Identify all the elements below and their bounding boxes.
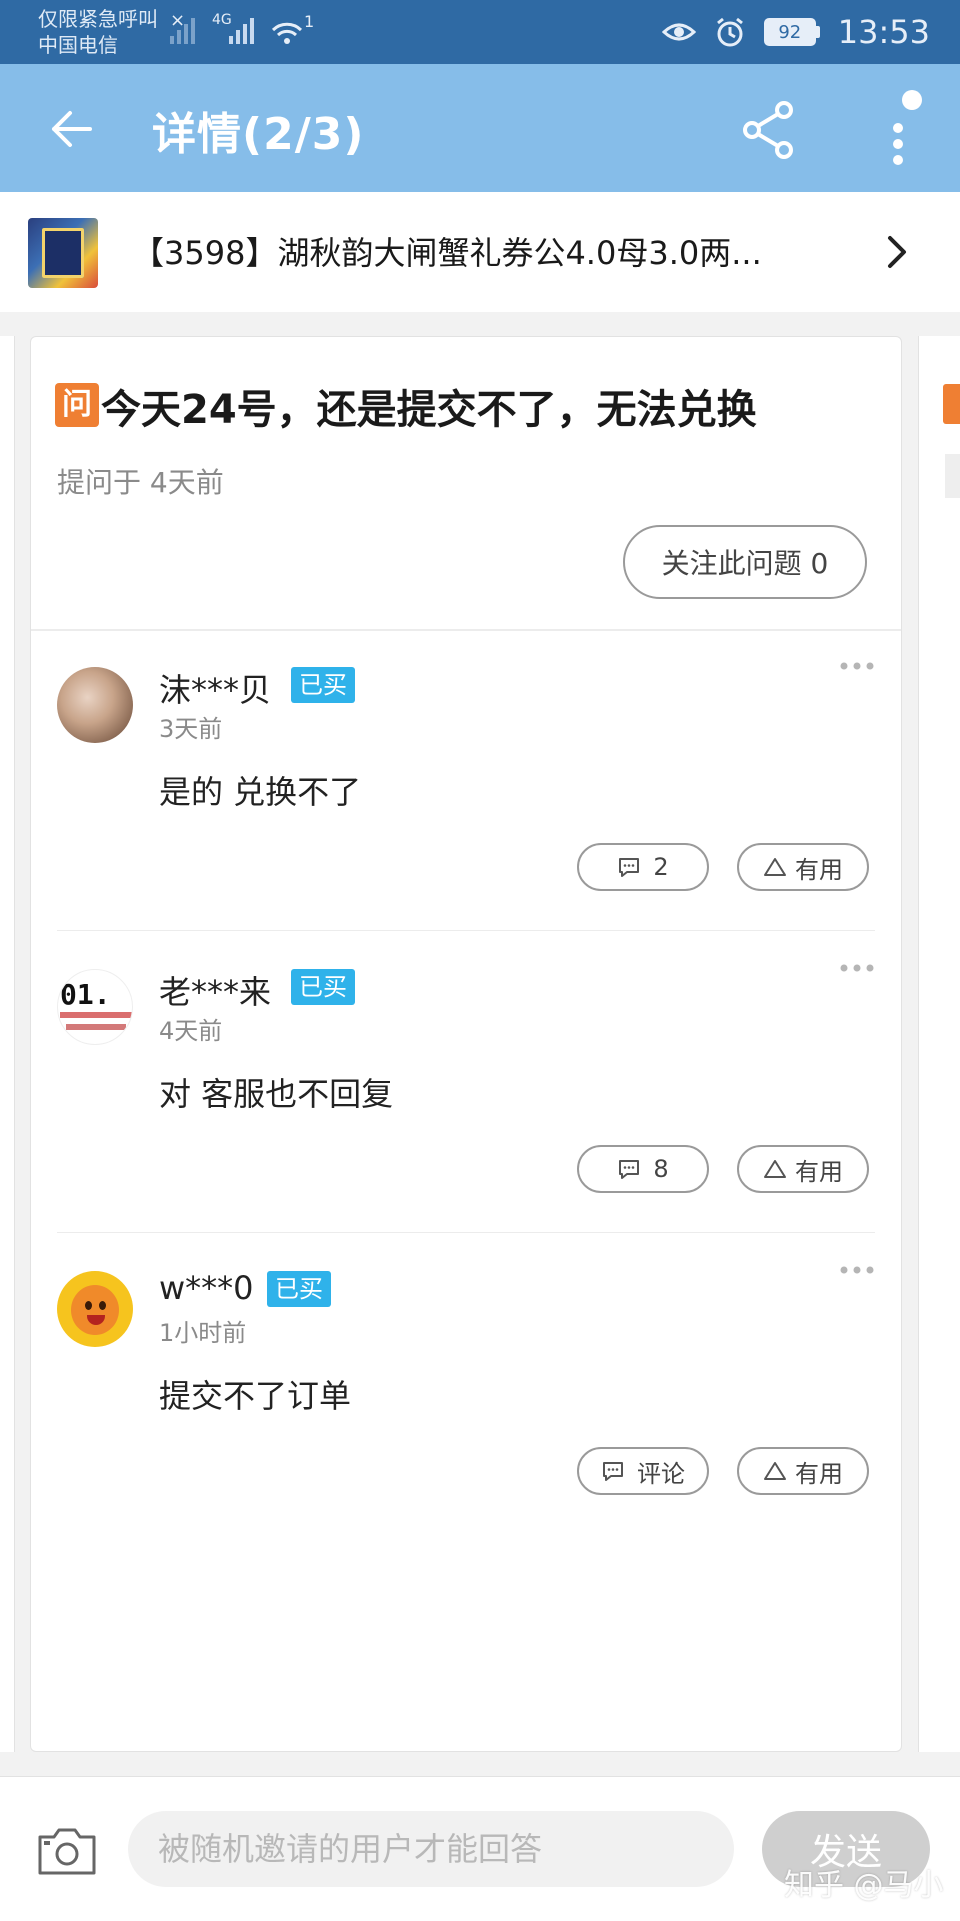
carrier-info: 仅限紧急呼叫 中国电信 bbox=[38, 6, 158, 58]
user-name[interactable]: 沫***贝 bbox=[159, 665, 271, 711]
status-right: 92 13:53 bbox=[661, 0, 930, 64]
bought-badge: 已买 bbox=[291, 667, 355, 703]
next-card-edge[interactable] bbox=[918, 336, 960, 1752]
question-title: 今天24号，还是提交不了，无法兑换 bbox=[101, 387, 757, 433]
answer-time: 4天前 bbox=[159, 1017, 223, 1045]
back-arrow-icon[interactable] bbox=[48, 106, 94, 152]
product-title: 【3598】湖秋韵大闸蟹礼券公4.0母3.0两... bbox=[132, 234, 762, 272]
useful-button[interactable]: 有用 bbox=[737, 843, 869, 891]
useful-button[interactable]: 有用 bbox=[737, 1145, 869, 1193]
product-link[interactable]: 【3598】湖秋韵大闸蟹礼券公4.0母3.0两... bbox=[0, 192, 960, 312]
user-name[interactable]: 老***来 bbox=[159, 967, 271, 1013]
triangle-up-icon bbox=[764, 858, 786, 876]
carrier-line1: 仅限紧急呼叫 bbox=[38, 7, 158, 31]
more-horizontal-icon[interactable] bbox=[839, 1265, 875, 1275]
answer-time: 1小时前 bbox=[159, 1319, 247, 1347]
eye-icon bbox=[661, 23, 696, 41]
useful-label: 有用 bbox=[795, 1157, 843, 1186]
chevron-right-icon bbox=[888, 236, 906, 268]
answer-text: 对 客服也不回复 bbox=[159, 1075, 394, 1113]
useful-button[interactable]: 有用 bbox=[737, 1447, 869, 1495]
comment-count: 8 bbox=[653, 1155, 669, 1183]
more-horizontal-icon[interactable] bbox=[839, 661, 875, 671]
question-badge: 问 bbox=[55, 383, 99, 427]
divider bbox=[57, 1232, 875, 1233]
wifi-count: 1 bbox=[304, 12, 315, 31]
useful-label: 有用 bbox=[795, 855, 843, 884]
triangle-up-icon bbox=[764, 1160, 786, 1178]
clock: 13:53 bbox=[837, 13, 930, 51]
comment-count: 2 bbox=[653, 853, 669, 881]
divider bbox=[57, 930, 875, 931]
answer-item: 01. 老***来 已买 4天前 对 客服也不回复 8 有用 bbox=[31, 933, 901, 1233]
answer-text: 是的 兑换不了 bbox=[159, 773, 362, 811]
wifi-icon bbox=[271, 22, 303, 44]
comment-icon bbox=[619, 1160, 640, 1179]
watermark: 知乎 @马小 bbox=[784, 1868, 944, 1903]
carrier-line2: 中国电信 bbox=[38, 33, 118, 57]
comment-button[interactable]: 2 bbox=[577, 843, 709, 891]
follow-question-button[interactable]: 关注此问题 0 bbox=[623, 525, 867, 599]
avatar[interactable] bbox=[57, 667, 133, 743]
more-vertical-icon[interactable] bbox=[882, 88, 922, 174]
comment-button[interactable]: 8 bbox=[577, 1145, 709, 1193]
useful-label: 有用 bbox=[795, 1459, 843, 1488]
status-bar: 仅限紧急呼叫 中国电信 × 4G 1 92 13:53 bbox=[0, 0, 960, 64]
avatar-text: 01. bbox=[60, 978, 111, 1011]
answer-item: w***0 已买 1小时前 提交不了订单 评论 有用 bbox=[31, 1235, 901, 1535]
question-card: 问 今天24号，还是提交不了，无法兑换 提问于 4天前 关注此问题 0 沫***… bbox=[30, 336, 902, 1752]
battery-level: 92 bbox=[763, 18, 816, 46]
answer-input[interactable] bbox=[128, 1811, 734, 1887]
avatar[interactable]: 01. bbox=[57, 969, 133, 1045]
comment-label: 评论 bbox=[637, 1459, 685, 1488]
comment-icon bbox=[603, 1462, 623, 1481]
avatar[interactable] bbox=[57, 1271, 133, 1347]
answer-item: 沫***贝 已买 3天前 是的 兑换不了 2 有用 bbox=[31, 631, 901, 931]
answer-text: 提交不了订单 bbox=[159, 1377, 352, 1415]
battery-icon: 92 bbox=[763, 18, 820, 46]
product-thumbnail bbox=[28, 218, 98, 288]
network-type-label: 4G bbox=[212, 12, 232, 28]
bought-badge: 已买 bbox=[267, 1271, 331, 1307]
share-icon[interactable] bbox=[740, 100, 796, 160]
comment-icon bbox=[619, 858, 640, 877]
camera-icon[interactable] bbox=[36, 1825, 98, 1877]
comment-button[interactable]: 评论 bbox=[577, 1447, 709, 1495]
more-horizontal-icon[interactable] bbox=[839, 963, 875, 973]
bought-badge: 已买 bbox=[291, 969, 355, 1005]
question-meta: 提问于 4天前 bbox=[57, 466, 224, 499]
page-title: 详情(2/3) bbox=[152, 109, 365, 160]
previous-card-edge[interactable] bbox=[0, 336, 15, 1752]
user-name[interactable]: w***0 bbox=[159, 1269, 254, 1307]
triangle-up-icon bbox=[764, 1462, 786, 1480]
answer-time: 3天前 bbox=[159, 715, 223, 743]
alarm-icon bbox=[716, 17, 743, 47]
app-bar: 详情(2/3) bbox=[0, 64, 960, 192]
